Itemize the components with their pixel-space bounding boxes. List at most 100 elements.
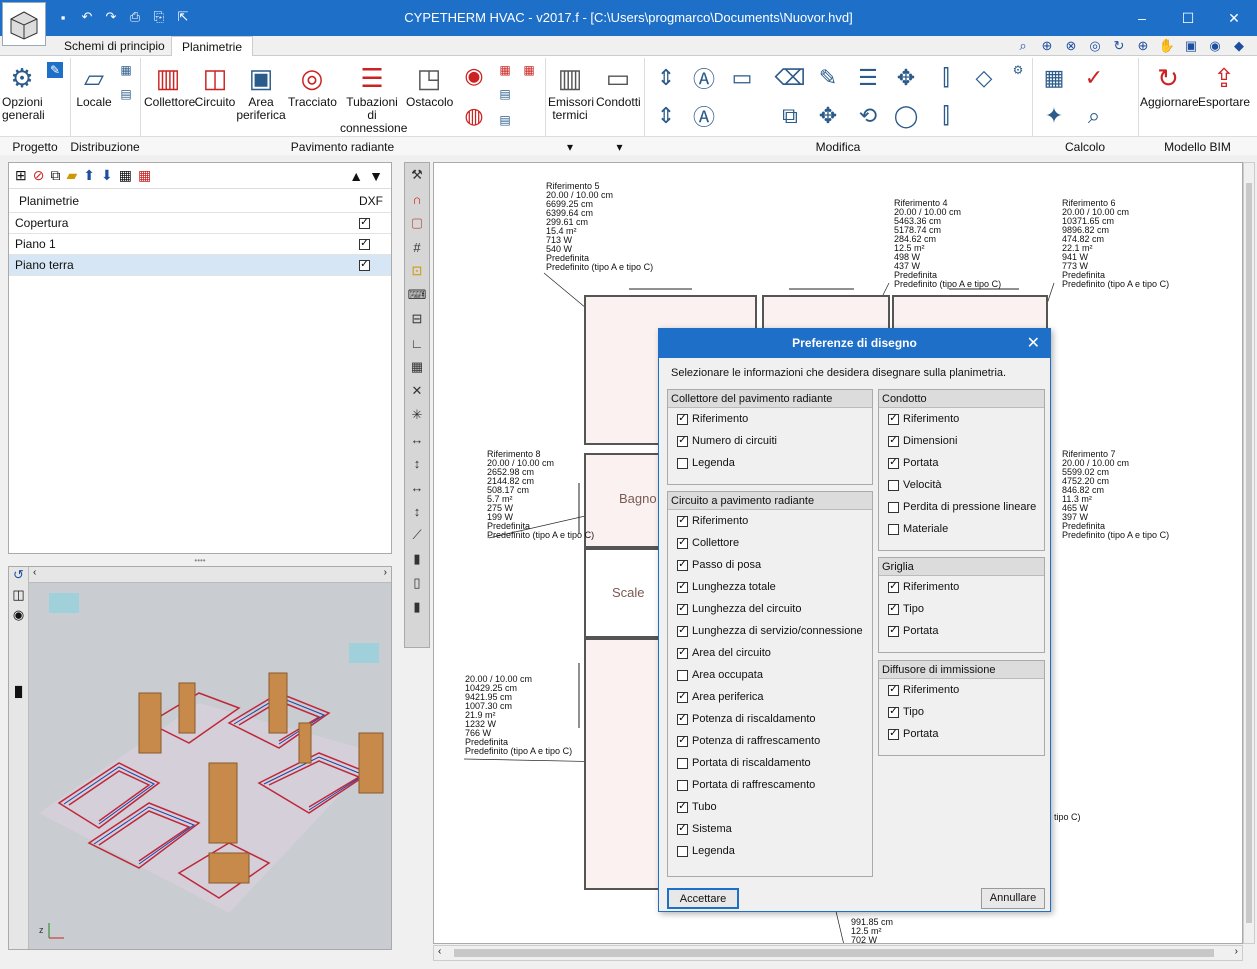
angle-icon[interactable]: ∟ xyxy=(405,331,429,355)
app-logo[interactable] xyxy=(2,2,46,46)
align-icon[interactable]: ☰ xyxy=(852,62,884,94)
zoom-window-icon[interactable]: ◎ xyxy=(1085,37,1105,55)
scroll-thumb-icon[interactable]: █ xyxy=(9,687,28,707)
option-row[interactable]: ✓ Area del circuito xyxy=(668,642,872,664)
tool-c-icon[interactable]: ▯ xyxy=(405,571,429,595)
small-circuit-icon[interactable]: ▦ xyxy=(497,62,513,78)
tool-d-icon[interactable]: ▮ xyxy=(405,595,429,619)
scroll-right-icon[interactable]: › xyxy=(1235,946,1238,957)
mirror-icon[interactable]: ⫿ xyxy=(930,62,962,94)
rotate-icon[interactable]: ⟲ xyxy=(852,100,884,132)
planimetria-row[interactable]: Piano 1 ✓ xyxy=(9,234,391,255)
rect-icon[interactable]: ▢ xyxy=(405,211,429,235)
option-checkbox[interactable]: ✓ xyxy=(677,515,688,527)
option-checkbox[interactable] xyxy=(677,779,688,791)
option-row[interactable]: ✓ Passo di posa xyxy=(668,554,872,576)
zoom-all-icon[interactable]: ⊗ xyxy=(1061,37,1081,55)
option-checkbox[interactable]: ✓ xyxy=(677,801,688,813)
opzioni-generali-button[interactable]: ⚙ Opzioni generali xyxy=(2,60,45,122)
rotate-view-icon[interactable]: ↺ xyxy=(9,567,28,587)
option-checkbox[interactable]: ✓ xyxy=(677,581,688,593)
option-row[interactable]: ✓ Sistema xyxy=(668,818,872,840)
emissori-button[interactable]: ▥ Emissori termici xyxy=(548,60,594,122)
dxf-checkbox[interactable]: ✓ xyxy=(359,217,370,229)
pencil-icon[interactable]: ✎ xyxy=(812,62,844,94)
circuito-button[interactable]: ◫ Circuito xyxy=(194,60,236,109)
option-checkbox[interactable]: ✓ xyxy=(677,713,688,725)
option-checkbox[interactable]: ✓ xyxy=(888,728,899,740)
option-checkbox[interactable]: ✓ xyxy=(888,625,899,637)
option-row[interactable]: ✓ Dimensioni xyxy=(879,430,1044,452)
close-button[interactable]: ✕ xyxy=(1211,0,1257,36)
ruler-icon[interactable]: ⊟ xyxy=(405,307,429,331)
option-row[interactable]: ✓ Lunghezza totale xyxy=(668,576,872,598)
small-table-icon[interactable]: ▤ xyxy=(497,86,513,102)
copy-icon[interactable]: ⧉ xyxy=(50,167,60,184)
circuit-new-icon[interactable]: ◍ xyxy=(458,100,490,132)
zoom-in-icon[interactable]: ⊕ xyxy=(1133,37,1153,55)
rotate2-icon[interactable]: ◯ xyxy=(890,100,922,132)
option-checkbox[interactable] xyxy=(888,501,899,513)
option-row[interactable]: ✓ Portata xyxy=(879,723,1044,745)
grid-icon[interactable]: ▦ xyxy=(138,167,151,184)
option-row[interactable]: ✓ Riferimento xyxy=(668,408,872,430)
option-checkbox[interactable] xyxy=(677,457,688,469)
option-checkbox[interactable] xyxy=(888,479,899,491)
option-row[interactable]: Velocità xyxy=(879,474,1044,496)
wand-icon[interactable]: ✦ xyxy=(1038,100,1070,132)
option-checkbox[interactable]: ✓ xyxy=(888,413,899,425)
option-checkbox[interactable]: ✓ xyxy=(888,457,899,469)
small-grid-icon[interactable]: ▦ xyxy=(521,62,537,78)
dxf-checkbox[interactable]: ✓ xyxy=(359,259,370,271)
copy-icon[interactable]: ⧉ xyxy=(774,100,806,132)
list-small-icon[interactable]: ▤ xyxy=(118,86,134,102)
dimension-icon[interactable]: ⇕ xyxy=(650,62,682,94)
planimetria-row[interactable]: Copertura ✓ xyxy=(9,213,391,234)
option-row[interactable]: ✓ Tipo xyxy=(879,701,1044,723)
accettare-button[interactable]: Accettare xyxy=(667,888,739,909)
option-checkbox[interactable] xyxy=(677,757,688,769)
hatch-icon[interactable]: ▦ xyxy=(405,355,429,379)
option-checkbox[interactable]: ✓ xyxy=(677,735,688,747)
option-row[interactable]: Legenda xyxy=(668,840,872,862)
edit-table-icon[interactable]: ▦ xyxy=(119,167,132,184)
tool-a-icon[interactable]: ⟋ xyxy=(405,523,429,547)
layers-icon[interactable]: ◇ xyxy=(968,62,1000,94)
dimension2-icon[interactable]: ⇕ xyxy=(650,100,682,132)
point-snap-icon[interactable]: ⊡ xyxy=(405,259,429,283)
option-checkbox[interactable]: ✓ xyxy=(677,559,688,571)
tubazioni-button[interactable]: ☰ Tubazioni di connessione xyxy=(340,60,407,135)
calculator-icon[interactable]: ▦ xyxy=(1038,62,1070,94)
collettore-button[interactable]: ▥ Collettore xyxy=(144,60,195,109)
option-row[interactable]: ✓ Collettore xyxy=(668,532,872,554)
small-list-icon[interactable]: ▤ xyxy=(497,112,513,128)
option-checkbox[interactable] xyxy=(677,669,688,681)
planimetria-row[interactable]: Piano terra ✓ xyxy=(9,255,391,276)
option-row[interactable]: ✓ Portata xyxy=(879,452,1044,474)
search-icon[interactable]: ⌕ xyxy=(1013,37,1033,55)
tracciato-button[interactable]: ◎ Tracciato xyxy=(288,60,337,109)
group-emissori-dropdown[interactable]: ▾ xyxy=(545,140,595,154)
area-periferica-button[interactable]: ▣ Area periferica xyxy=(236,60,286,122)
hscroll-thumb[interactable] xyxy=(454,949,1214,957)
delete-icon[interactable]: ⊘ xyxy=(33,167,45,184)
option-row[interactable]: ✓ Riferimento xyxy=(879,408,1044,430)
dialog-close-icon[interactable]: ✕ xyxy=(1027,329,1040,358)
move-icon[interactable]: ✥ xyxy=(890,62,922,94)
option-row[interactable]: ✓ Numero di circuiti xyxy=(668,430,872,452)
pan-icon[interactable]: ✋ xyxy=(1157,37,1177,55)
option-checkbox[interactable]: ✓ xyxy=(677,603,688,615)
scroll-up-icon[interactable]: ▲ xyxy=(349,168,363,184)
grid-snap-icon[interactable]: # xyxy=(405,235,429,259)
magnet-icon[interactable]: ∩ xyxy=(405,187,429,211)
text-box-icon[interactable]: ▭ xyxy=(726,62,758,94)
option-checkbox[interactable]: ✓ xyxy=(677,435,688,447)
circuit-edit-icon[interactable]: ◉ xyxy=(458,60,490,92)
text-move-icon[interactable]: Ⓐ xyxy=(688,62,720,94)
3d-hscroll[interactable]: ‹ › xyxy=(29,567,391,583)
scroll-right-icon[interactable]: › xyxy=(384,567,387,578)
locale-button[interactable]: ▱ Locale xyxy=(74,60,114,109)
globe-icon[interactable]: ◉ xyxy=(1205,37,1225,55)
maximize-button[interactable]: ☐ xyxy=(1165,0,1211,36)
window-icon[interactable]: ▣ xyxy=(1181,37,1201,55)
